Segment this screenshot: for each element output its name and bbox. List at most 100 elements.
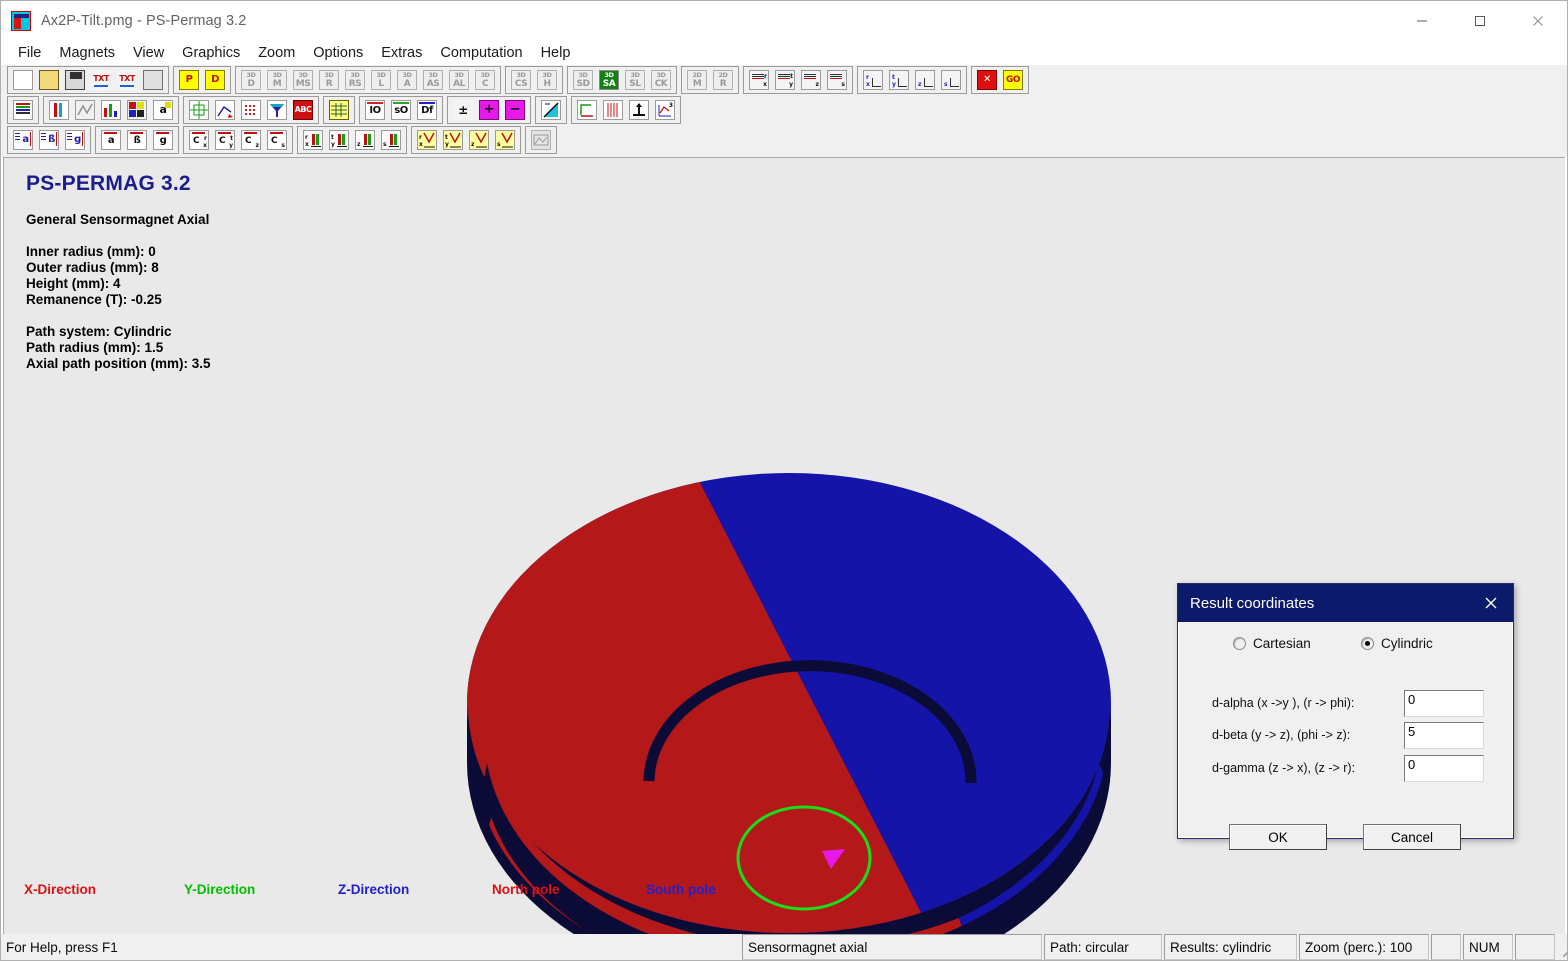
radio-cartesian[interactable]: Cartesian [1233,636,1311,651]
dialog-ok-button[interactable]: OK [1229,824,1327,850]
comp-rx-button[interactable]: Crx [187,128,211,152]
view-3d-sd-button[interactable]: 3D SD [571,68,595,92]
yplot-rx-button[interactable]: rx [415,128,439,152]
graph-z-button[interactable]: z [913,68,937,92]
zigzag-button[interactable] [73,98,97,122]
maximize-button[interactable] [1451,1,1509,41]
graph-rx-button[interactable]: rx [861,68,885,92]
drawing-canvas[interactable]: PS-PERMAG 3.2 General Sensormagnet Axial… [3,157,1565,934]
vector-arrow-button[interactable] [213,98,237,122]
dialog-cancel-button[interactable]: Cancel [1363,824,1461,850]
curve-g-button[interactable]: g [151,128,175,152]
anchor-button[interactable] [627,98,651,122]
color-bar-button[interactable] [47,98,71,122]
minimize-button[interactable] [1393,1,1451,41]
export-txt-2-button[interactable]: TXT [115,68,139,92]
view-3d-cs-button[interactable]: 3D CS [509,68,533,92]
view-2d-r-button[interactable]: 2D R [711,68,735,92]
view-3d-rs-button[interactable]: 3D RS [343,68,367,92]
layers-button[interactable] [11,98,35,122]
field-g-button[interactable]: g [63,128,87,152]
radio-cylindric[interactable]: Cylindric [1361,636,1433,651]
stop-computation-button[interactable]: ✕ [975,68,999,92]
yplot-s-button[interactable]: s [493,128,517,152]
curve-beta-button[interactable]: ß [125,128,149,152]
path-ty-button[interactable]: ty [773,68,797,92]
close-button[interactable] [1509,1,1567,41]
view-3d-c-button[interactable]: 3D C [473,68,497,92]
path-z-button[interactable]: z [799,68,823,92]
parameters-d-button[interactable]: D [203,68,227,92]
field-a-button[interactable]: a [11,128,35,152]
export-txt-1-button[interactable]: TXT [89,68,113,92]
menu-item-help[interactable]: Help [532,43,580,63]
bar-ty-button[interactable]: ty [327,128,351,152]
s0-button-button[interactable]: sO [389,98,413,122]
curve-a-button[interactable]: a [99,128,123,152]
bar-rx-button[interactable]: rx [301,128,325,152]
dialog-close-button[interactable] [1469,584,1513,622]
text-color-button[interactable]: a [151,98,175,122]
view-3d-m-button[interactable]: 3D M [265,68,289,92]
view-3d-ms-button[interactable]: 3D MS [291,68,315,92]
view-3d-d-button[interactable]: 3D D [239,68,263,92]
new-file-button[interactable] [11,68,35,92]
columns-button[interactable] [601,98,625,122]
menu-item-extras[interactable]: Extras [372,43,431,63]
funnel-button[interactable] [265,98,289,122]
d-gamma-input[interactable]: 0 [1404,754,1484,782]
plus-minus-button[interactable]: ± [451,98,475,122]
dots-grid-button[interactable] [239,98,263,122]
menu-item-computation[interactable]: Computation [431,43,531,63]
print-button[interactable] [141,68,165,92]
resize-grip[interactable] [1556,934,1568,960]
yplot-z-button[interactable]: z [467,128,491,152]
view-3d-a-button[interactable]: 3D A [395,68,419,92]
table-view-button[interactable] [327,98,351,122]
d-alpha-input[interactable]: 0 [1404,689,1484,717]
slope-chart-button[interactable] [539,98,563,122]
path-rx-button[interactable]: rx [747,68,771,92]
add-item-button[interactable]: + [477,98,501,122]
menu-item-zoom[interactable]: Zoom [249,43,304,63]
histogram-button[interactable] [99,98,123,122]
field-beta-button[interactable]: ß [37,128,61,152]
view-3d-al-button[interactable]: 3D AL [447,68,471,92]
view-3d-l-button[interactable]: 3D L [369,68,393,92]
bar-s-button[interactable]: s [379,128,403,152]
graph-ty-button[interactable]: ty [887,68,911,92]
save-file-button[interactable] [63,68,87,92]
graph-s-button[interactable]: s [939,68,963,92]
tilt-axes-button[interactable] [575,98,599,122]
grid-cross-button[interactable] [187,98,211,122]
view-2d-m-button[interactable]: 2D M [685,68,709,92]
comp-z-button[interactable]: Cz [239,128,263,152]
d-beta-input[interactable]: 5 [1404,721,1484,749]
view-3d-sl-button[interactable]: 3D SL [623,68,647,92]
menu-item-view[interactable]: View [124,43,173,63]
view-3d-r-button[interactable]: 3D R [317,68,341,92]
comp-ty-button[interactable]: Cty [213,128,237,152]
menu-item-options[interactable]: Options [304,43,372,63]
go-computation-button[interactable]: GO [1001,68,1025,92]
remove-item-button[interactable]: − [503,98,527,122]
yplot-ty-button[interactable]: ty [441,128,465,152]
view-3d-h-button[interactable]: 3D H [535,68,559,92]
open-file-button[interactable] [37,68,61,92]
cube-3-button[interactable]: 3 [653,98,677,122]
abc-red-button[interactable]: ABC [291,98,315,122]
io-button-button[interactable]: IO [363,98,387,122]
menu-item-file[interactable]: File [9,43,50,63]
view-3d-sa-button[interactable]: 3D SA [597,68,621,92]
path-s-button[interactable]: s [825,68,849,92]
view-3d-as-button[interactable]: 3D AS [421,68,445,92]
image-export-button[interactable] [529,128,553,152]
df-button-button[interactable]: Df [415,98,439,122]
parameters-p-button[interactable]: P [177,68,201,92]
menu-item-magnets[interactable]: Magnets [50,43,124,63]
view-3d-ck-button[interactable]: 3D CK [649,68,673,92]
palette-button[interactable] [125,98,149,122]
bar-z-button[interactable]: z [353,128,377,152]
menu-item-graphics[interactable]: Graphics [173,43,249,63]
comp-s-button[interactable]: Cs [265,128,289,152]
